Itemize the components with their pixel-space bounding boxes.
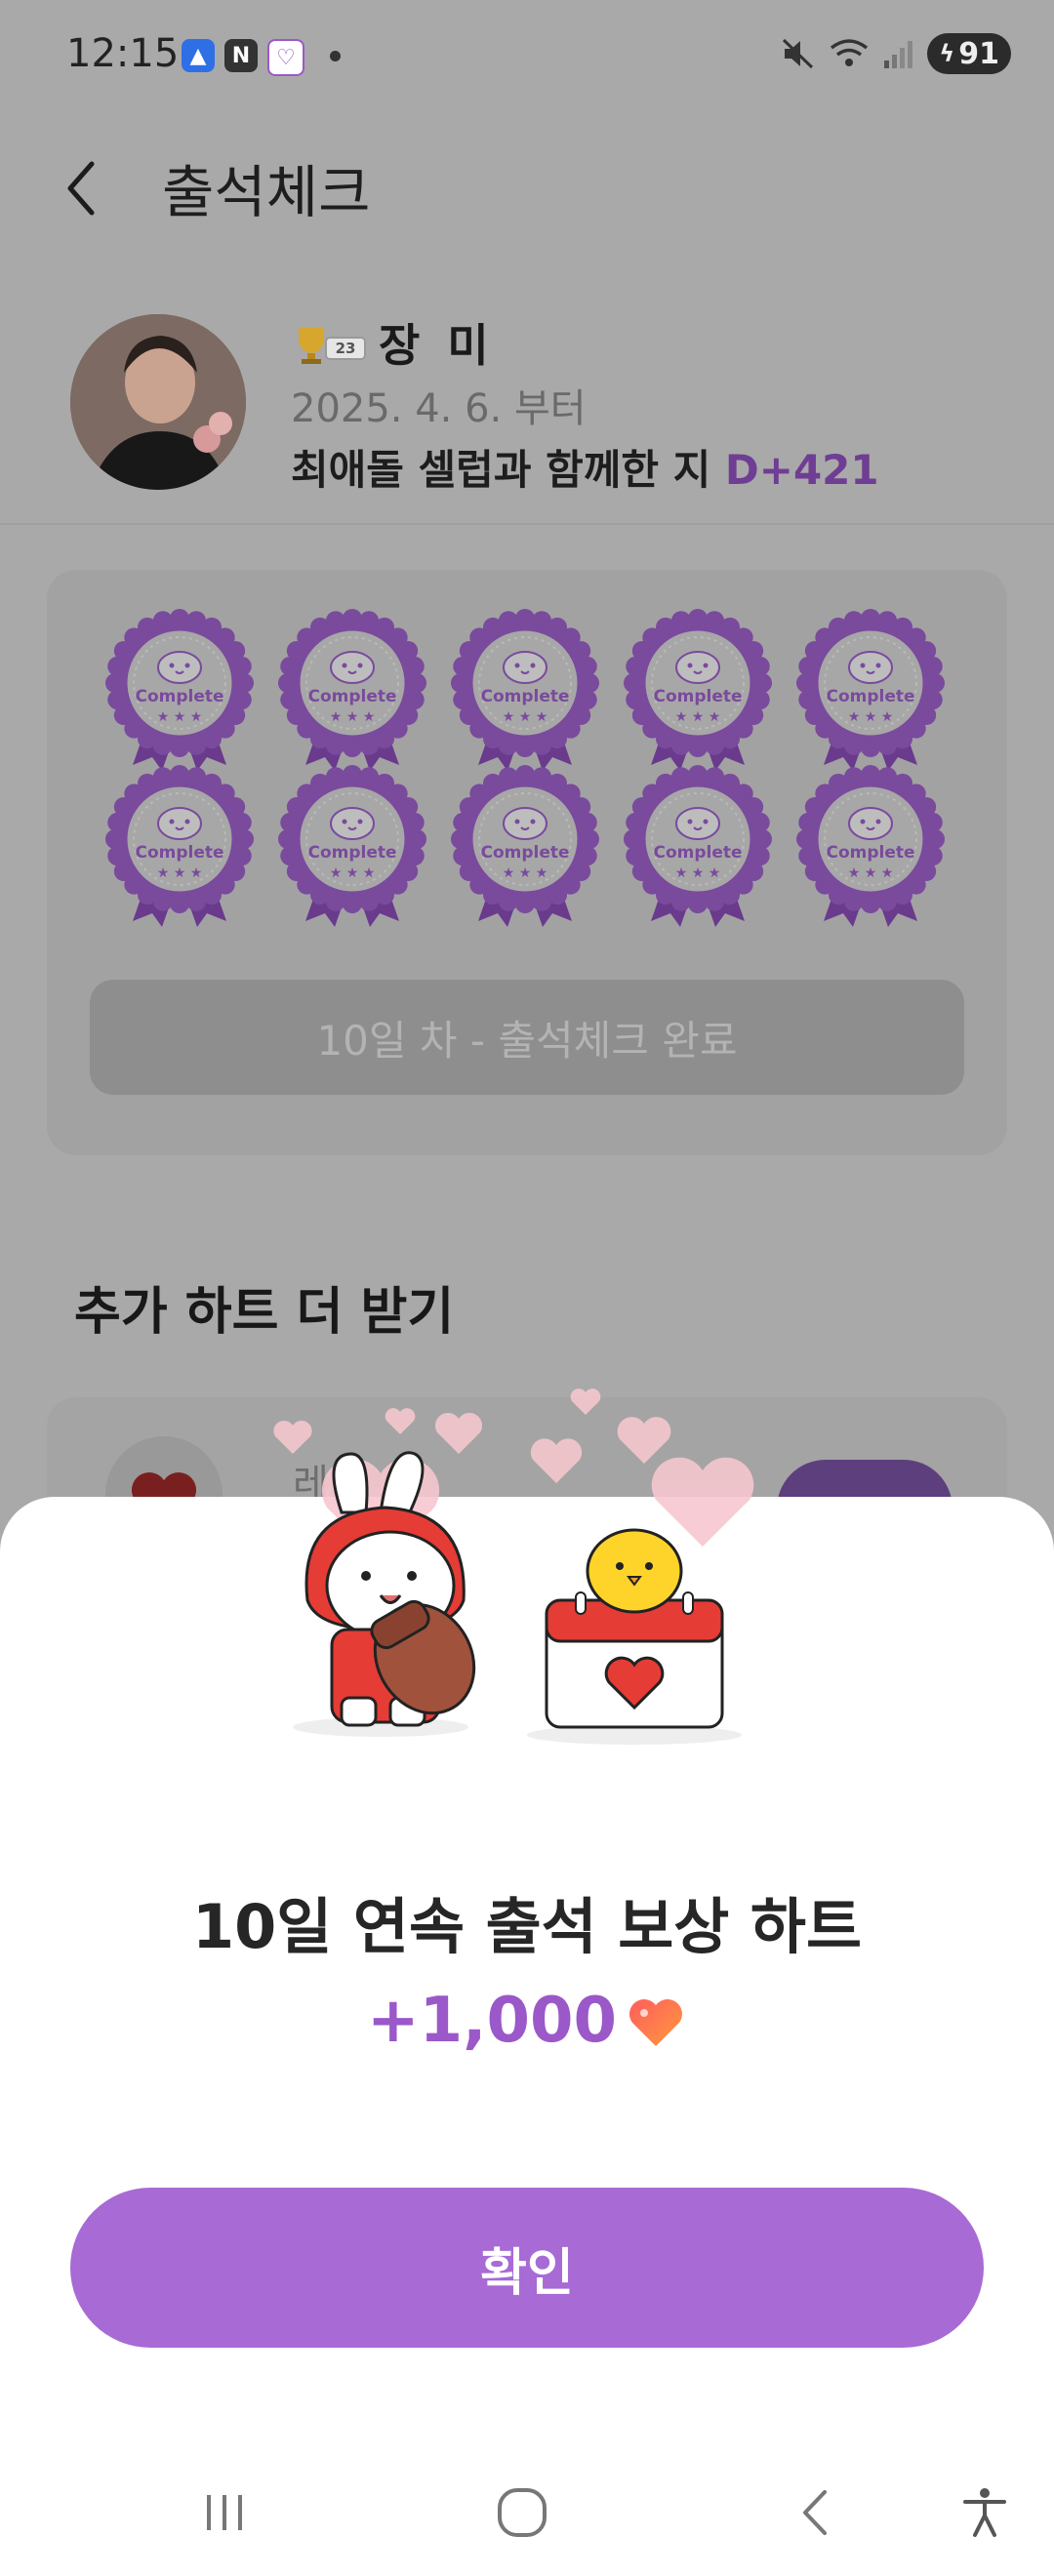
svg-text:★ ★ ★: ★ ★ ★: [157, 865, 203, 881]
navigation-bar: [0, 2439, 1054, 2576]
attendance-complete-button: 10일 차 - 출석체크 완료: [90, 980, 964, 1095]
reward-amount-row: +1,000: [0, 1985, 1054, 2057]
level-number: 23: [336, 340, 356, 357]
complete-stamp: Complete ★ ★ ★: [447, 765, 603, 929]
section-title: 추가 하트 더 받기: [74, 1283, 455, 1342]
complete-stamp: Complete ★ ★ ★: [274, 765, 430, 929]
celeb-app-icon: ♡: [267, 39, 304, 76]
together-text: 최애돌 셀럽과 함께한 지: [291, 446, 725, 494]
page-title: 출석체크: [162, 159, 371, 225]
home-icon[interactable]: [488, 2478, 556, 2547]
assembly-app-icon: ▲: [182, 39, 215, 72]
stamp-card: Complete ★ ★ ★ Complete ★ ★ ★ Complete ★…: [47, 570, 1007, 1155]
complete-stamp: Complete ★ ★ ★: [101, 765, 258, 929]
svg-text:★ ★ ★: ★ ★ ★: [503, 865, 548, 881]
svg-text:★ ★ ★: ★ ★ ★: [848, 865, 894, 881]
svg-text:Complete: Complete: [826, 687, 914, 706]
complete-stamp: Complete ★ ★ ★: [101, 609, 258, 773]
svg-text:Complete: Complete: [480, 687, 569, 706]
complete-stamp: Complete ★ ★ ★: [620, 765, 776, 929]
status-time: 12:15: [66, 31, 180, 76]
charging-icon: ϟ: [939, 40, 955, 67]
svg-text:Complete: Complete: [653, 687, 742, 706]
svg-text:★ ★ ★: ★ ★ ★: [157, 709, 203, 725]
svg-text:★ ★ ★: ★ ★ ★: [503, 709, 548, 725]
complete-stamp: Complete ★ ★ ★: [792, 609, 949, 773]
accessibility-icon[interactable]: [951, 2478, 1019, 2547]
svg-text:★ ★ ★: ★ ★ ★: [675, 709, 721, 725]
complete-stamp: Complete ★ ★ ★: [274, 609, 430, 773]
dday-count: D+421: [724, 446, 879, 494]
notification-dot: [330, 51, 341, 61]
svg-text:★ ★ ★: ★ ★ ★: [848, 709, 894, 725]
dday-row: 최애돌 셀럽과 함께한 지 D+421: [291, 437, 879, 497]
back-button[interactable]: [59, 154, 107, 222]
trophy-icon: 23: [299, 328, 366, 364]
complete-stamp: Complete ★ ★ ★: [792, 765, 949, 929]
naver-n-icon: N: [224, 39, 258, 72]
svg-text:Complete: Complete: [307, 843, 396, 863]
level-badge: 23: [291, 318, 369, 367]
since-date: 2025. 4. 6. 부터: [291, 386, 587, 431]
svg-text:Complete: Complete: [480, 843, 569, 863]
signal-icon: [884, 41, 913, 68]
svg-text:★ ★ ★: ★ ★ ★: [675, 865, 721, 881]
reward-illustration: [273, 1389, 754, 1745]
svg-text:Complete: Complete: [826, 843, 914, 863]
user-name: 장 미: [379, 319, 495, 372]
svg-text:Complete: Complete: [135, 687, 223, 706]
svg-text:★ ★ ★: ★ ★ ★: [330, 865, 376, 881]
nav-back-icon[interactable]: [781, 2478, 849, 2547]
heart-icon: [629, 1999, 683, 2046]
svg-text:Complete: Complete: [135, 843, 223, 863]
svg-text:Complete: Complete: [307, 687, 396, 706]
reward-amount: +1,000: [366, 1985, 618, 2057]
divider: [0, 523, 1054, 525]
profile-name-row: 23 장 미: [291, 310, 495, 375]
wifi-icon: [831, 39, 869, 66]
complete-stamp: Complete ★ ★ ★: [620, 609, 776, 773]
battery-indicator: ϟ 91: [927, 33, 1011, 74]
status-bar: 12:15 ▲ N ♡ ϟ 91: [0, 0, 1054, 117]
svg-text:★ ★ ★: ★ ★ ★: [330, 709, 376, 725]
avatar: [70, 314, 246, 490]
recent-apps-icon[interactable]: [191, 2478, 260, 2547]
mute-icon: [783, 38, 814, 69]
complete-stamp: Complete ★ ★ ★: [447, 609, 603, 773]
confirm-button[interactable]: 확인: [70, 2188, 984, 2348]
svg-text:Complete: Complete: [653, 843, 742, 863]
app-header: 출석체크: [0, 117, 1054, 254]
battery-level: 91: [958, 36, 999, 71]
reward-title: 10일 연속 출석 보상 하트: [192, 1891, 862, 1962]
